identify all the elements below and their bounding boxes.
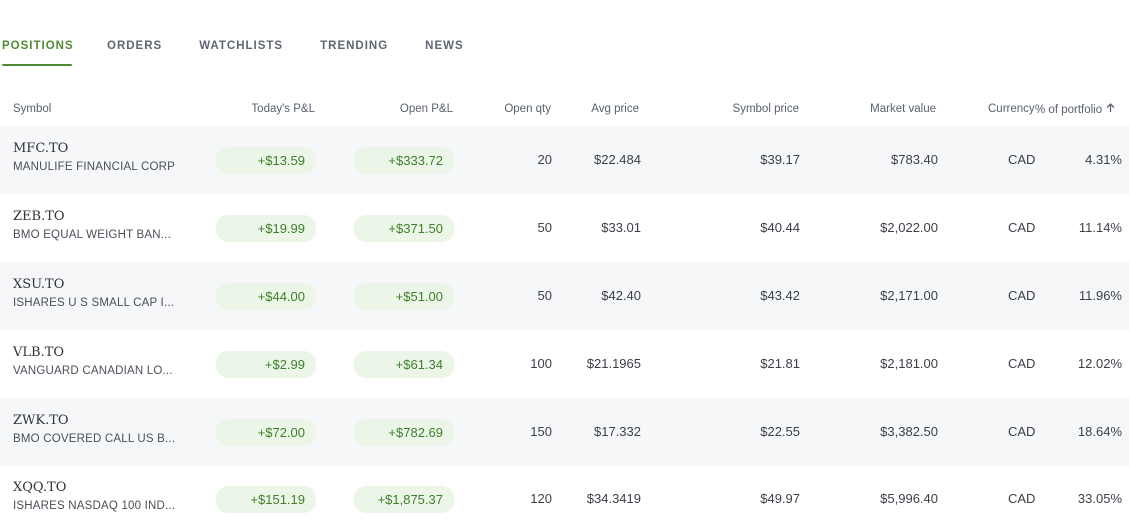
currency-value: CAD — [1008, 424, 1036, 439]
arrow-up-icon[interactable] — [1106, 103, 1115, 116]
symbol-ticker[interactable]: XQQ.TO — [13, 480, 66, 495]
market-value-value: $783.40 — [891, 152, 938, 167]
open-pnl-badge: +$61.34 — [354, 351, 454, 378]
open-pnl-badge: +$782.69 — [354, 419, 454, 446]
pct-portfolio-value: 33.05% — [1077, 491, 1122, 506]
todays-pnl-badge: +$2.99 — [216, 351, 316, 378]
symbol-price-value: $43.42 — [760, 288, 800, 303]
tab-orders[interactable]: ORDERS — [107, 32, 162, 66]
symbol-name: ISHARES U S SMALL CAP I... — [13, 297, 175, 309]
currency-value: CAD — [1008, 288, 1036, 303]
todays-pnl-badge: +$13.59 — [216, 147, 316, 174]
avg-price-value: $42.40 — [601, 288, 641, 303]
pct-portfolio-value: 4.31% — [1085, 152, 1122, 167]
symbol-price-value: $21.81 — [760, 356, 800, 371]
table-row[interactable]: XQQ.TO ISHARES NASDAQ 100 IND... +$151.1… — [0, 465, 1129, 530]
currency-value: CAD — [1008, 356, 1036, 371]
symbol-name: ISHARES NASDAQ 100 IND... — [13, 500, 176, 512]
symbol-ticker[interactable]: MFC.TO — [13, 141, 68, 156]
currency-value: CAD — [1008, 152, 1036, 167]
symbol-name: BMO COVERED CALL US B... — [13, 433, 176, 445]
column-header-market-value[interactable]: Market value — [870, 103, 936, 115]
column-header-pct-portfolio-label: % of portfolio — [1035, 104, 1103, 116]
symbol-name: MANULIFE FINANCIAL CORP — [13, 161, 176, 173]
open-pnl-badge: +$1,875.37 — [354, 486, 454, 513]
symbol-ticker[interactable]: XSU.TO — [13, 277, 64, 292]
todays-pnl-badge: +$72.00 — [216, 419, 316, 446]
pct-portfolio-value: 11.96% — [1078, 288, 1122, 303]
open-qty-value: 50 — [537, 288, 552, 303]
avg-price-value: $21.1965 — [586, 356, 641, 371]
tab-watchlists[interactable]: WATCHLISTS — [199, 32, 283, 66]
table-row[interactable]: ZEB.TO BMO EQUAL WEIGHT BAN... +$19.99 +… — [0, 194, 1129, 262]
column-header-open-pnl[interactable]: Open P&L — [400, 103, 453, 115]
market-value-value: $2,181.00 — [880, 356, 938, 371]
column-header-avg-price[interactable]: Avg price — [591, 103, 639, 115]
symbol-name: VANGUARD CANADIAN LO... — [13, 365, 173, 377]
open-qty-value: 50 — [537, 220, 552, 235]
market-value-value: $5,996.40 — [880, 491, 938, 506]
column-header-todays-pnl[interactable]: Today's P&L — [251, 103, 315, 115]
currency-value: CAD — [1008, 220, 1036, 235]
open-qty-value: 20 — [537, 152, 552, 167]
open-pnl-badge: +$51.00 — [354, 283, 454, 310]
symbol-price-value: $39.17 — [760, 152, 800, 167]
open-qty-value: 100 — [530, 356, 552, 371]
open-qty-value: 150 — [530, 424, 552, 439]
table-row[interactable]: XSU.TO ISHARES U S SMALL CAP I... +$44.0… — [0, 262, 1129, 330]
column-header-symbol-price[interactable]: Symbol price — [733, 103, 799, 115]
tab-news[interactable]: NEWS — [425, 32, 464, 66]
market-value-value: $2,022.00 — [880, 220, 938, 235]
symbol-name: BMO EQUAL WEIGHT BAN... — [13, 229, 171, 241]
column-header-currency[interactable]: Currency — [988, 103, 1035, 115]
symbol-price-value: $40.44 — [760, 220, 800, 235]
avg-price-value: $34.3419 — [586, 491, 641, 506]
avg-price-value: $22.484 — [594, 152, 641, 167]
symbol-ticker[interactable]: ZEB.TO — [13, 209, 65, 224]
tab-bar: POSITIONS ORDERS WATCHLISTS TRENDING NEW… — [0, 32, 464, 66]
market-value-value: $3,382.50 — [880, 424, 938, 439]
column-header-open-qty[interactable]: Open qty — [504, 103, 551, 115]
todays-pnl-badge: +$44.00 — [216, 283, 316, 310]
todays-pnl-badge: +$151.19 — [216, 486, 316, 513]
avg-price-value: $33.01 — [601, 220, 641, 235]
todays-pnl-badge: +$19.99 — [216, 215, 316, 242]
column-header-pct-portfolio[interactable]: % of portfolio — [1035, 103, 1115, 116]
symbol-ticker[interactable]: ZWK.TO — [13, 413, 69, 428]
table-row[interactable]: VLB.TO VANGUARD CANADIAN LO... +$2.99 +$… — [0, 330, 1129, 398]
column-header-symbol[interactable]: Symbol — [13, 103, 51, 115]
open-pnl-badge: +$333.72 — [354, 147, 454, 174]
table-header: Symbol Today's P&L Open P&L Open qty Avg… — [0, 100, 1129, 120]
open-pnl-badge: +$371.50 — [354, 215, 454, 242]
market-value-value: $2,171.00 — [880, 288, 938, 303]
currency-value: CAD — [1008, 491, 1036, 506]
pct-portfolio-value: 12.02% — [1077, 356, 1122, 371]
symbol-ticker[interactable]: VLB.TO — [13, 345, 64, 360]
pct-portfolio-value: 18.64% — [1077, 424, 1122, 439]
open-qty-value: 120 — [530, 491, 552, 506]
tab-positions[interactable]: POSITIONS — [2, 32, 73, 66]
symbol-price-value: $49.97 — [760, 491, 800, 506]
table-row[interactable]: MFC.TO MANULIFE FINANCIAL CORP +$13.59 +… — [0, 126, 1129, 194]
pct-portfolio-value: 11.14% — [1078, 220, 1122, 235]
table-row[interactable]: ZWK.TO BMO COVERED CALL US B... +$72.00 … — [0, 398, 1129, 466]
avg-price-value: $17.332 — [594, 424, 641, 439]
tab-trending[interactable]: TRENDING — [320, 32, 388, 66]
symbol-price-value: $22.55 — [760, 424, 800, 439]
